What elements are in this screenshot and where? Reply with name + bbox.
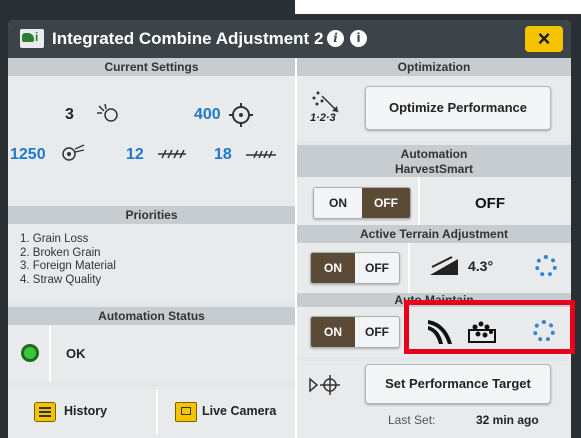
optimize-performance-button[interactable]: Optimize Performance <box>365 86 551 130</box>
active-terrain-off[interactable]: OFF <box>355 253 399 283</box>
highlight-box <box>404 300 575 354</box>
auto-maintain-on[interactable]: ON <box>311 317 355 347</box>
history-button[interactable]: History <box>64 404 107 418</box>
current-settings-panel[interactable] <box>8 76 295 206</box>
status-text: OK <box>66 346 86 361</box>
harvestsmart-toggle[interactable]: ON OFF <box>313 187 411 219</box>
priority-item: 1. Grain Loss <box>20 233 89 245</box>
automation-header: Automation HarvestSmart <box>297 145 571 177</box>
live-camera-button[interactable]: Live Camera <box>202 404 276 418</box>
top-right-background <box>295 0 581 14</box>
priority-item: 3. Foreign Material <box>20 260 116 272</box>
active-terrain-toggle[interactable]: ON OFF <box>310 252 400 284</box>
rotor-speed-icon <box>97 103 118 122</box>
title-bar: i Integrated Combine Adjustment 2 i i × <box>8 20 571 58</box>
automation-title: Automation <box>400 147 468 161</box>
fan-speed-value: 400 <box>194 106 221 123</box>
last-set-label: Last Set: <box>388 413 436 427</box>
status-ok-icon <box>24 347 36 359</box>
terrain-angle-value: 4.3° <box>468 258 494 274</box>
thresher-value: 1250 <box>10 146 46 163</box>
harvestsmart-on[interactable]: ON <box>314 188 362 218</box>
harvestsmart-off[interactable]: OFF <box>362 188 410 218</box>
harvestsmart-state: OFF <box>475 195 505 212</box>
john-deere-app-icon: i <box>20 29 44 48</box>
thresher-icon <box>62 144 85 161</box>
history-icon <box>34 402 56 422</box>
priorities-header: Priorities <box>8 206 295 224</box>
last-set-value: 32 min ago <box>476 413 539 427</box>
automation-status-header: Automation Status <box>8 307 295 325</box>
close-button[interactable]: × <box>525 26 563 52</box>
settings-info-icon[interactable]: i <box>350 30 367 47</box>
sieve-value: 18 <box>214 146 232 163</box>
chaffer-value: 12 <box>126 146 144 163</box>
harvestsmart-label: HarvestSmart <box>394 162 474 176</box>
optimization-steps-label: 1·2·3 <box>310 112 336 124</box>
priorities-list: 1. Grain Loss 2. Broken Grain 3. Foreign… <box>20 233 116 287</box>
info-icon[interactable]: i <box>327 30 344 47</box>
auto-maintain-toggle[interactable]: ON OFF <box>310 316 400 348</box>
terrain-slope-icon <box>430 256 458 275</box>
automation-status-panel <box>8 325 295 382</box>
live-camera-icon <box>175 402 197 422</box>
current-settings-header: Current Settings <box>8 58 295 76</box>
chaffer-icon <box>158 149 186 159</box>
fan-speed-icon <box>229 103 253 127</box>
terrain-loading-icon <box>535 255 557 277</box>
auto-maintain-off[interactable]: OFF <box>355 317 399 347</box>
priority-item: 4. Straw Quality <box>20 273 102 286</box>
active-terrain-on[interactable]: ON <box>311 253 355 283</box>
priority-item: 2. Broken Grain <box>20 246 101 259</box>
optimization-header: Optimization <box>297 58 571 76</box>
combine-adjustment-window: i Integrated Combine Adjustment 2 i i × … <box>8 20 571 438</box>
performance-target-icon <box>309 375 340 395</box>
window-title: Integrated Combine Adjustment 2 <box>52 29 324 48</box>
active-terrain-header: Active Terrain Adjustment <box>297 225 571 243</box>
sieve-icon <box>246 150 276 159</box>
set-performance-target-button[interactable]: Set Performance Target <box>365 364 551 404</box>
rotor-speed-value: 3 <box>65 106 74 123</box>
